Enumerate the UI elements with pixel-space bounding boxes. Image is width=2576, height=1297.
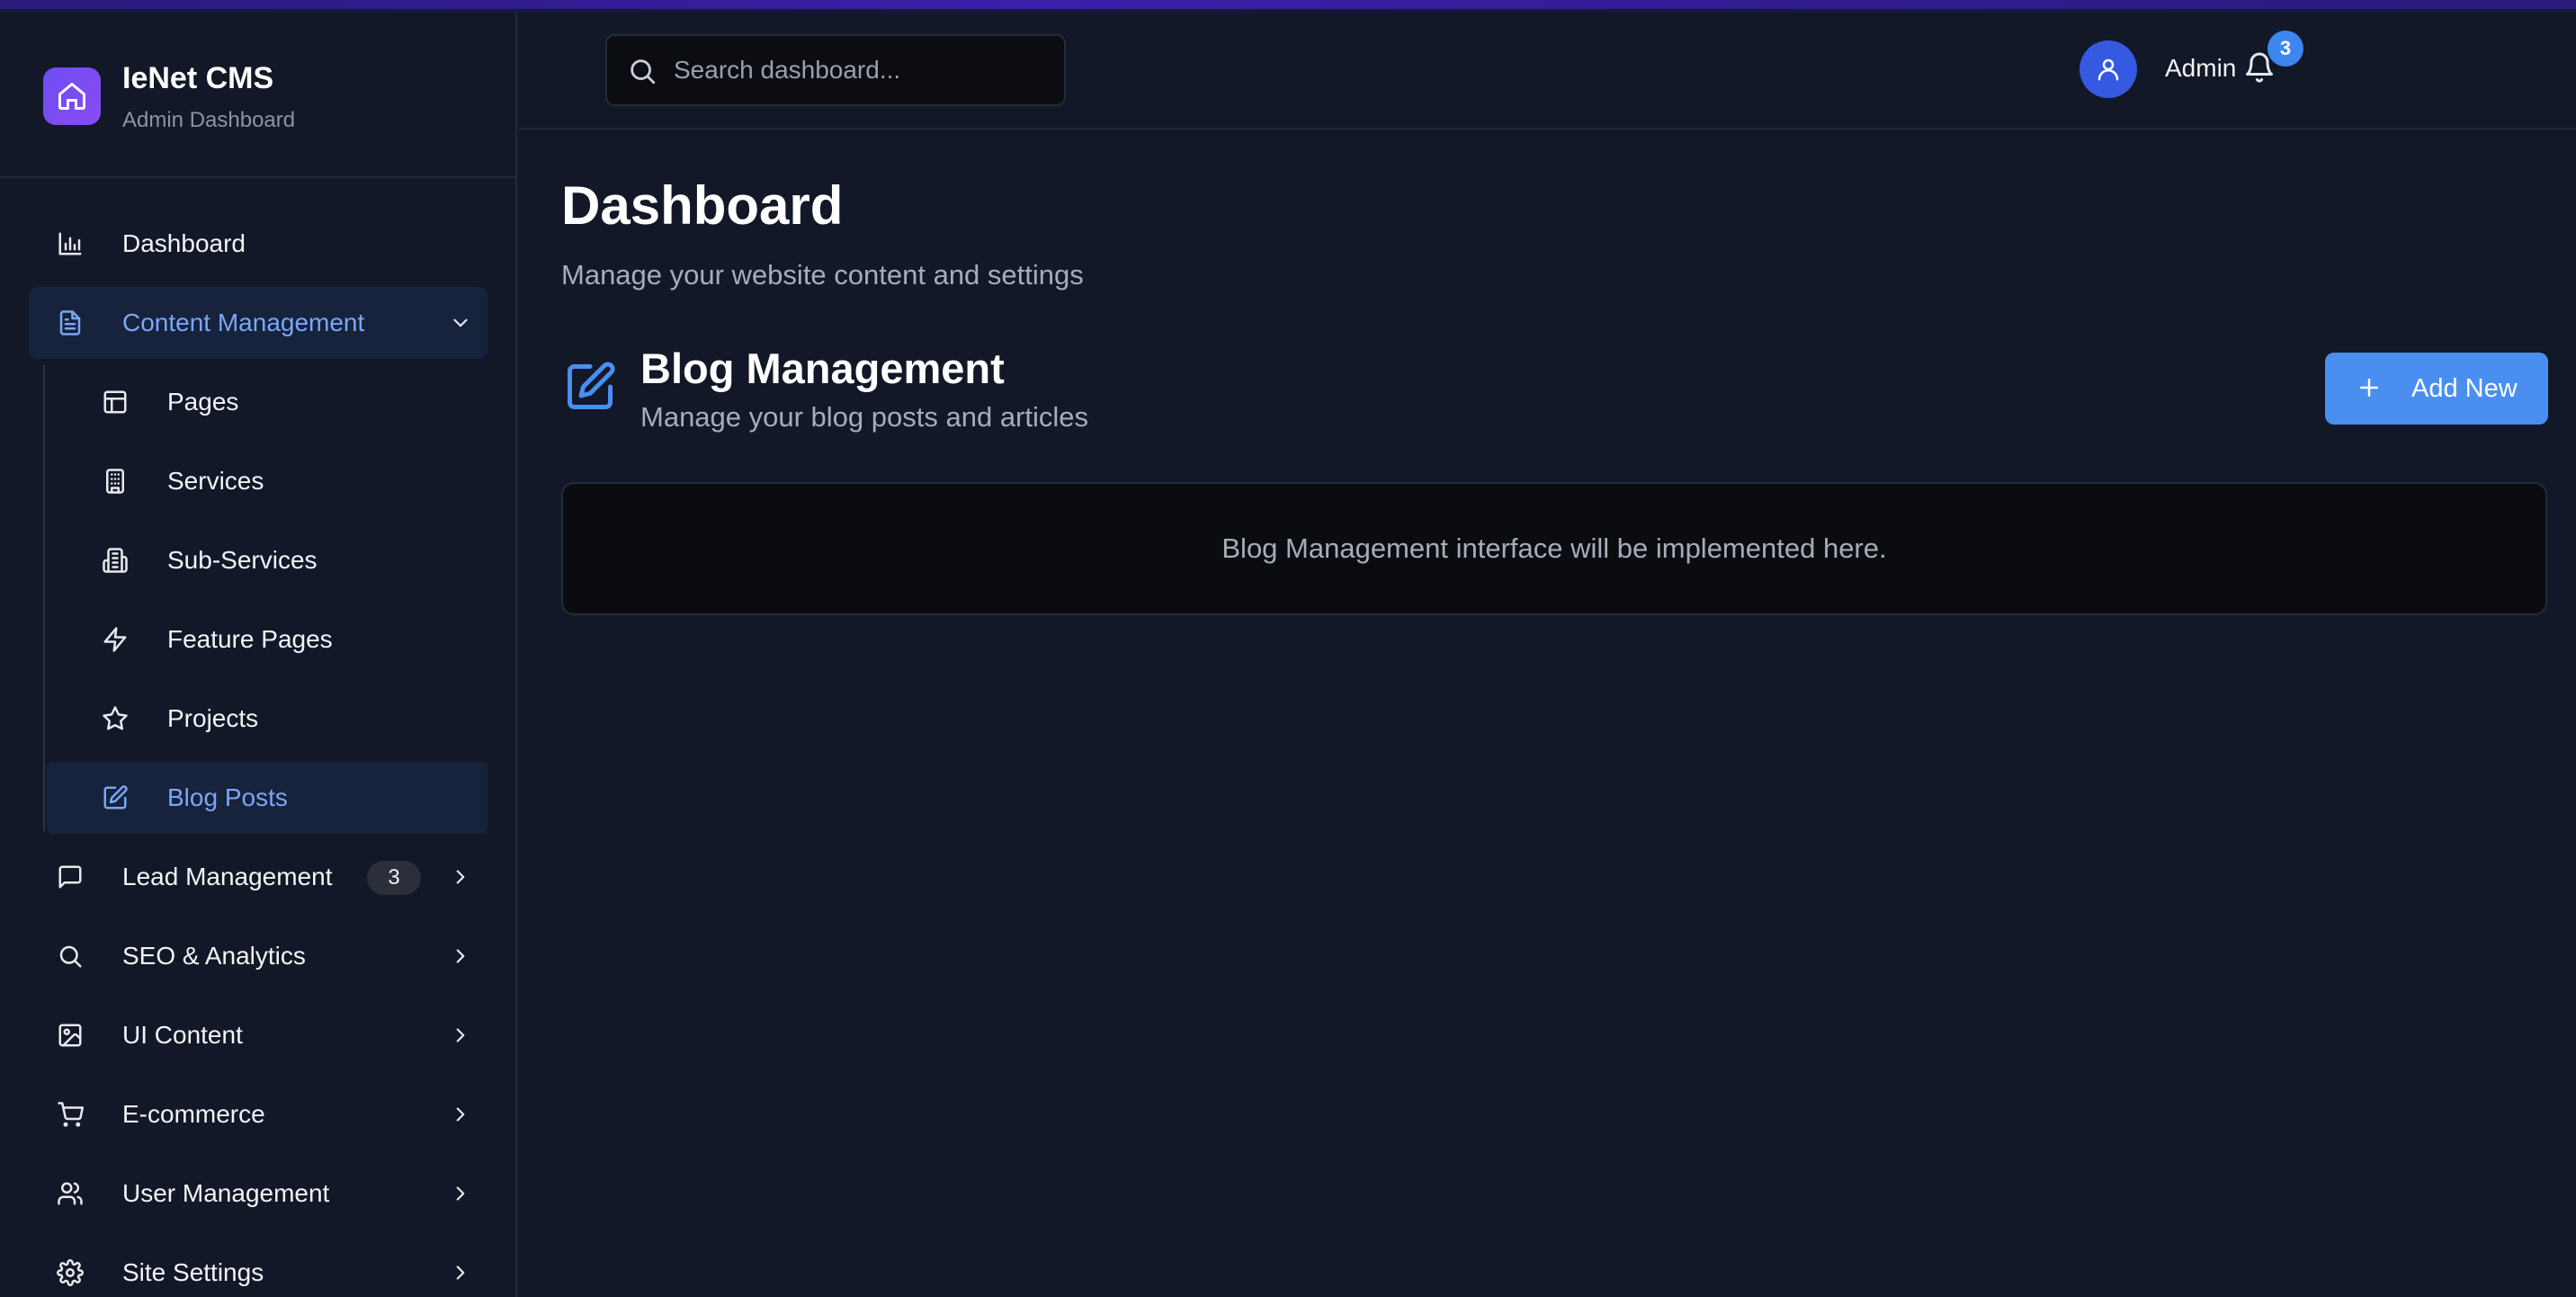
chevron-down-icon[interactable] bbox=[446, 309, 475, 337]
sidebar-item-label: Dashboard bbox=[122, 229, 246, 257]
sidebar-item-pages[interactable]: Pages bbox=[47, 366, 487, 438]
lead-count-badge: 3 bbox=[367, 861, 421, 895]
star-icon bbox=[101, 704, 130, 733]
bar-chart-icon bbox=[56, 229, 85, 258]
sidebar-item-label: SEO & Analytics bbox=[122, 942, 306, 970]
sidebar-item-label: Lead Management bbox=[122, 863, 333, 890]
gear-icon bbox=[56, 1258, 85, 1287]
brand-title: IeNet CMS bbox=[122, 61, 274, 95]
sidebar-item-label: Services bbox=[167, 467, 264, 495]
search-icon bbox=[627, 56, 659, 88]
sidebar-item-ui-content[interactable]: UI Content bbox=[29, 999, 487, 1071]
user-name[interactable]: Admin bbox=[2165, 54, 2236, 83]
plus-icon bbox=[2356, 374, 2384, 403]
sidebar-item-label: E-commerce bbox=[122, 1100, 265, 1128]
search-icon bbox=[56, 942, 85, 971]
page-subtitle: Manage your website content and settings bbox=[561, 259, 1084, 291]
sidebar-item-e-commerce[interactable]: E-commerce bbox=[29, 1078, 487, 1150]
top-header: 3 Admin bbox=[519, 13, 2576, 130]
chevron-right-icon[interactable] bbox=[446, 863, 475, 891]
panel-placeholder-text: Blog Management interface will be implem… bbox=[1221, 532, 1887, 564]
sidebar-item-label: Pages bbox=[167, 388, 239, 416]
sidebar-item-label: Feature Pages bbox=[167, 625, 333, 653]
building-icon bbox=[101, 467, 130, 496]
brand: IeNet CMS Admin Dashboard bbox=[0, 13, 515, 178]
edit-icon bbox=[563, 360, 619, 416]
blog-management-panel: Blog Management interface will be implem… bbox=[561, 482, 2547, 615]
top-accent-strip bbox=[0, 0, 2576, 13]
chevron-right-icon[interactable] bbox=[446, 1021, 475, 1050]
sidebar-item-services[interactable]: Services bbox=[47, 445, 487, 517]
sidebar-item-content-management[interactable]: Content Management bbox=[29, 287, 487, 359]
search-box[interactable] bbox=[605, 34, 1066, 106]
sidebar-item-sub-services[interactable]: Sub-Services bbox=[47, 524, 487, 596]
search-input[interactable] bbox=[674, 36, 1051, 104]
sidebar-item-user-management[interactable]: User Management bbox=[29, 1158, 487, 1230]
notification-badge: 3 bbox=[2267, 31, 2303, 67]
sidebar-item-dashboard[interactable]: Dashboard bbox=[29, 208, 487, 280]
message-icon bbox=[56, 863, 85, 891]
sidebar-item-label: Sub-Services bbox=[167, 546, 318, 574]
cart-icon bbox=[56, 1100, 85, 1129]
brand-subtitle: Admin Dashboard bbox=[122, 108, 296, 132]
lightning-icon bbox=[101, 625, 130, 654]
layout-icon bbox=[101, 388, 130, 416]
sidebar-item-label: UI Content bbox=[122, 1021, 243, 1049]
sidebar-item-feature-pages[interactable]: Feature Pages bbox=[47, 604, 487, 675]
users-icon bbox=[56, 1179, 85, 1208]
add-new-button[interactable]: Add New bbox=[2325, 353, 2548, 425]
edit-icon bbox=[101, 783, 130, 812]
sidebar-item-label: Site Settings bbox=[122, 1258, 264, 1286]
sidebar-item-projects[interactable]: Projects bbox=[47, 683, 487, 755]
sidebar-item-blog-posts[interactable]: Blog Posts bbox=[47, 762, 487, 834]
add-new-label: Add New bbox=[2411, 374, 2518, 403]
chevron-right-icon[interactable] bbox=[446, 1258, 475, 1287]
chevron-right-icon[interactable] bbox=[446, 942, 475, 971]
sidebar: IeNet CMS Admin Dashboard Dashboard Cont… bbox=[0, 13, 517, 1297]
sidebar-item-label: Blog Posts bbox=[167, 783, 288, 811]
section-title: Blog Management bbox=[640, 344, 1005, 392]
sidebar-item-label: Content Management bbox=[122, 309, 365, 336]
image-icon bbox=[56, 1021, 85, 1050]
sidebar-item-label: Projects bbox=[167, 704, 259, 732]
sidebar-item-label: User Management bbox=[122, 1179, 330, 1207]
sidebar-item-site-settings[interactable]: Site Settings bbox=[29, 1237, 487, 1297]
avatar[interactable] bbox=[2080, 40, 2137, 98]
sidebar-item-seo-analytics[interactable]: SEO & Analytics bbox=[29, 920, 487, 992]
chevron-right-icon[interactable] bbox=[446, 1100, 475, 1129]
buildings-icon bbox=[101, 546, 130, 575]
submenu-guide-line bbox=[43, 365, 45, 831]
home-icon[interactable] bbox=[43, 67, 101, 125]
document-icon bbox=[56, 309, 85, 337]
chevron-right-icon[interactable] bbox=[446, 1179, 475, 1208]
section-subtitle: Manage your blog posts and articles bbox=[640, 401, 1089, 433]
page-title: Dashboard bbox=[561, 175, 844, 236]
sidebar-item-lead-management[interactable]: Lead Management 3 bbox=[29, 841, 487, 913]
